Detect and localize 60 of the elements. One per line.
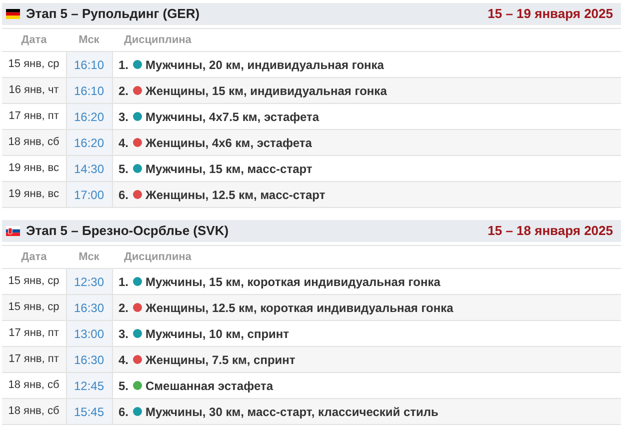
time-cell: 17:00 bbox=[66, 182, 112, 208]
date-text: 18 янв, сб bbox=[8, 136, 60, 148]
date-text: 18 янв, сб bbox=[8, 379, 60, 392]
date-text: 15 янв, ср bbox=[8, 58, 60, 70]
column-header: Дисциплина bbox=[124, 250, 192, 263]
date-text: 16 янв, чт bbox=[8, 84, 59, 96]
race-number: 4. bbox=[118, 134, 129, 152]
discipline-text: Смешанная эстафета bbox=[146, 378, 274, 394]
stage-dates: 15 – 18 января 2025 bbox=[488, 222, 614, 240]
time-cell: 16:20 bbox=[66, 104, 112, 130]
race-number: 1. bbox=[118, 56, 129, 74]
discipline-text: Мужчины, 15 км, масс-старт bbox=[146, 160, 312, 178]
column-header: Мск bbox=[78, 34, 100, 46]
stage-title: Этап 5 – Брезно-Осрблье (SVK) bbox=[26, 222, 229, 240]
column-header: Мск bbox=[78, 250, 100, 263]
column-header: Дата bbox=[21, 250, 47, 263]
discipline-text: Женщины, 7.5 км, спринт bbox=[146, 352, 296, 368]
race-number: 3. bbox=[118, 108, 129, 126]
race-number: 3. bbox=[118, 326, 129, 342]
race-number: 5. bbox=[118, 378, 129, 394]
stage-title: Этап 5 – Рупольдинг (GER) bbox=[26, 5, 200, 24]
discipline-text: Женщины, 12.5 км, короткая индивидуальная гонка bbox=[146, 300, 454, 316]
time-cell: 12:45 bbox=[66, 372, 112, 398]
time-cell: 16:10 bbox=[66, 78, 112, 104]
discipline-text: Мужчины, 30 км, масс-старт, классический стиль bbox=[146, 404, 438, 420]
date-text: 17 янв, пт bbox=[8, 327, 59, 340]
discipline-text: Мужчины, 20 км, индивидуальная гонка bbox=[146, 56, 384, 74]
date-text: 17 янв, пт bbox=[8, 110, 59, 122]
flag-icon bbox=[6, 9, 20, 19]
date-text: 19 янв, вс bbox=[8, 162, 59, 174]
date-text: 15 янв, ср bbox=[8, 301, 60, 314]
time-cell: 16:30 bbox=[66, 294, 112, 320]
race-number: 1. bbox=[118, 274, 129, 290]
column-header: Дата bbox=[21, 34, 47, 46]
race-number: 5. bbox=[118, 160, 129, 178]
race-number: 2. bbox=[118, 82, 129, 100]
discipline-text: Мужчины, 4х7.5 км, эстафета bbox=[146, 108, 320, 126]
date-text: 17 янв, пт bbox=[8, 353, 59, 366]
time-cell: 12:30 bbox=[66, 268, 112, 294]
time-cell: 16:30 bbox=[66, 346, 112, 372]
discipline-text: Женщины, 12.5 км, масс-старт bbox=[146, 186, 326, 204]
time-cell: 15:45 bbox=[66, 398, 112, 424]
discipline-text: Женщины, 15 км, индивидуальная гонка bbox=[146, 82, 387, 100]
date-text: 18 янв, сб bbox=[8, 405, 60, 418]
race-number: 2. bbox=[118, 300, 129, 316]
discipline-text: Женщины, 4х6 км, эстафета bbox=[146, 134, 312, 152]
date-text: 19 янв, вс bbox=[8, 188, 59, 200]
column-header: Дисциплина bbox=[124, 34, 192, 46]
race-number: 4. bbox=[118, 352, 129, 368]
date-text: 15 янв, ср bbox=[8, 275, 60, 288]
time-cell: 16:20 bbox=[66, 130, 112, 156]
time-cell: 14:30 bbox=[66, 156, 112, 182]
stage-dates: 15 – 19 января 2025 bbox=[488, 5, 614, 24]
race-number: 6. bbox=[118, 404, 129, 420]
discipline-text: Мужчины, 15 км, короткая индивидуальная гонка bbox=[146, 274, 440, 290]
flag-icon bbox=[6, 226, 20, 236]
time-cell: 16:10 bbox=[66, 52, 112, 78]
time-cell: 13:00 bbox=[66, 320, 112, 346]
race-number: 6. bbox=[118, 186, 129, 204]
discipline-text: Мужчины, 10 км, спринт bbox=[146, 326, 290, 342]
